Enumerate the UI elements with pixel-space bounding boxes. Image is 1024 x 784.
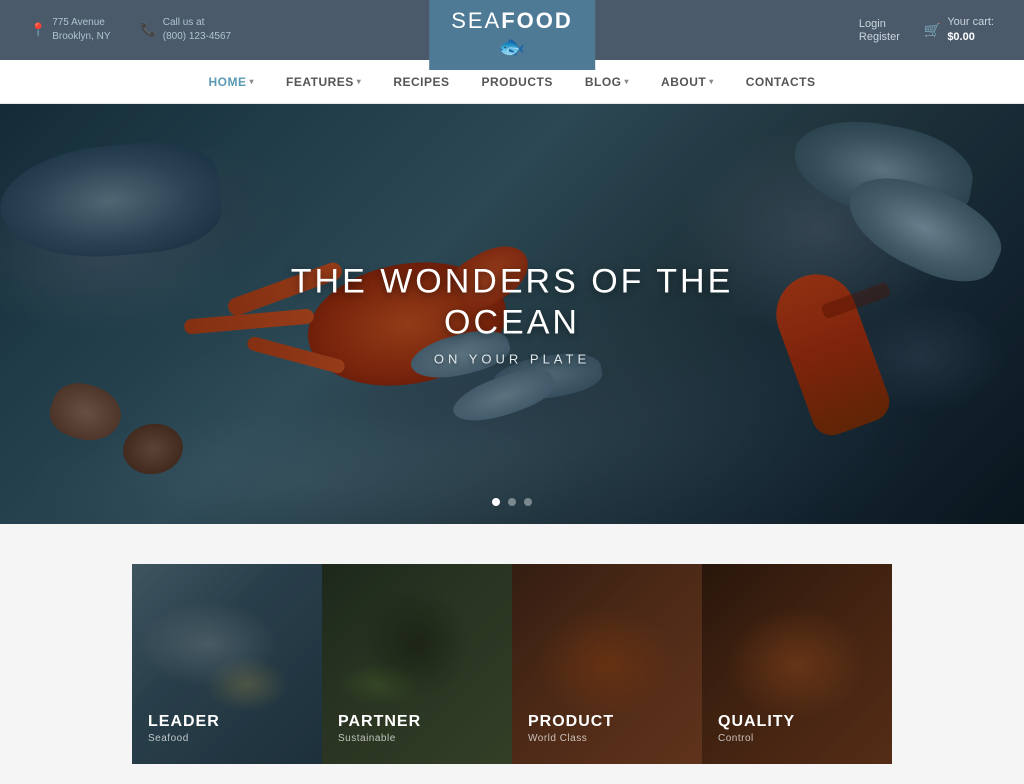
hero-section: THE WONDERS OF THE OCEAN ON YOUR PLATE xyxy=(0,104,1024,524)
phone-label: Call us at (800) 123-4567 xyxy=(163,16,231,44)
fish-icon: 🐟 xyxy=(498,34,525,60)
chevron-down-icon: ▾ xyxy=(250,77,255,86)
location-icon: 📍 xyxy=(30,21,46,39)
feature-partner-subtitle: Sustainable xyxy=(338,733,421,744)
nav-item-contacts[interactable]: CONTACTS xyxy=(730,60,832,104)
register-link[interactable]: Register xyxy=(859,31,900,43)
login-area[interactable]: Login Register xyxy=(859,18,900,43)
logo-food: FOOD xyxy=(501,8,573,33)
feature-card-product[interactable]: PRODUCT World Class xyxy=(512,564,702,764)
login-link[interactable]: Login xyxy=(859,18,886,30)
top-bar-right: Login Register 🛒 Your cart: $0.00 xyxy=(859,15,994,46)
feature-card-leader[interactable]: LEADER Seafood xyxy=(132,564,322,764)
chevron-down-icon: ▾ xyxy=(625,77,630,86)
slider-dot-1[interactable] xyxy=(492,498,500,506)
chevron-down-icon: ▾ xyxy=(357,77,362,86)
features-grid: LEADER Seafood PARTNER Sustainable PRODU… xyxy=(132,564,892,764)
hero-title: THE WONDERS OF THE OCEAN xyxy=(256,262,768,344)
phone-info: 📞 Call us at (800) 123-4567 xyxy=(141,16,232,44)
feature-partner-title: PARTNER xyxy=(338,714,421,730)
feature-quality-subtitle: Control xyxy=(718,733,795,744)
nav-item-features[interactable]: FEATURES ▾ xyxy=(270,60,377,104)
cart-label: Your cart: xyxy=(947,15,994,30)
feature-product-subtitle: World Class xyxy=(528,733,614,744)
cart-info: Your cart: $0.00 xyxy=(947,15,994,46)
site-logo[interactable]: SEAFOOD 🐟 xyxy=(429,0,595,70)
feature-card-partner[interactable]: PARTNER Sustainable xyxy=(322,564,512,764)
address-info: 📍 775 Avenue Brooklyn, NY xyxy=(30,16,111,44)
logo-sea: SEA xyxy=(451,8,501,33)
features-section: LEADER Seafood PARTNER Sustainable PRODU… xyxy=(0,524,1024,784)
phone-icon: 📞 xyxy=(141,21,157,39)
feature-leader-content: LEADER Seafood xyxy=(148,714,220,744)
hero-text-block: THE WONDERS OF THE OCEAN ON YOUR PLATE xyxy=(256,262,768,367)
feature-card-quality[interactable]: QUALITY Control xyxy=(702,564,892,764)
feature-partner-content: PARTNER Sustainable xyxy=(338,714,421,744)
hero-slider-dots[interactable] xyxy=(492,498,532,506)
top-bar-left: 📍 775 Avenue Brooklyn, NY 📞 Call us at (… xyxy=(30,16,231,44)
top-bar: 📍 775 Avenue Brooklyn, NY 📞 Call us at (… xyxy=(0,0,1024,60)
slider-dot-3[interactable] xyxy=(524,498,532,506)
feature-leader-title: LEADER xyxy=(148,714,220,730)
nav-item-home[interactable]: HOME ▾ xyxy=(193,60,271,104)
feature-product-content: PRODUCT World Class xyxy=(528,714,614,744)
cart-icon: 🛒 xyxy=(924,22,941,39)
hero-subtitle: ON YOUR PLATE xyxy=(256,351,768,366)
nav-item-about[interactable]: ABOUT ▾ xyxy=(645,60,730,104)
feature-leader-subtitle: Seafood xyxy=(148,733,220,744)
cart-amount: $0.00 xyxy=(947,30,994,45)
feature-quality-title: QUALITY xyxy=(718,714,795,730)
feature-product-title: PRODUCT xyxy=(528,714,614,730)
chevron-down-icon: ▾ xyxy=(709,77,714,86)
slider-dot-2[interactable] xyxy=(508,498,516,506)
logo-text: SEAFOOD xyxy=(451,10,573,32)
address-line1: 775 Avenue Brooklyn, NY xyxy=(52,16,110,44)
cart-area[interactable]: 🛒 Your cart: $0.00 xyxy=(924,15,994,46)
feature-quality-content: QUALITY Control xyxy=(718,714,795,744)
